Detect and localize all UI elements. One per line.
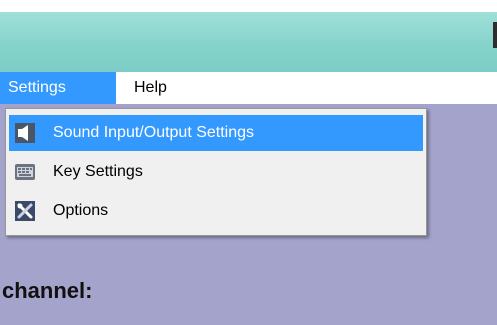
menu-item-label: Options	[53, 202, 109, 219]
keyboard-icon	[15, 162, 35, 182]
menu-bar: Settings Help	[0, 72, 497, 105]
tools-icon	[15, 201, 35, 221]
menu-item-label: Sound Input/Output Settings	[53, 124, 255, 141]
window-titlebar	[0, 0, 497, 72]
speaker-icon	[15, 123, 35, 143]
channel-label: channel:	[2, 278, 93, 303]
settings-dropdown-menu: Sound Input/Output Settings Key Settings	[5, 108, 427, 236]
titlebar-glass	[0, 12, 497, 72]
menu-item-sound-io-settings[interactable]: Sound Input/Output Settings	[9, 115, 423, 151]
window-control-edge[interactable]	[493, 22, 497, 48]
menu-help[interactable]: Help	[126, 72, 196, 104]
menu-item-key-settings[interactable]: Key Settings	[9, 154, 423, 190]
menu-settings[interactable]: Settings	[0, 72, 116, 104]
menu-item-options[interactable]: Options	[9, 193, 423, 229]
menu-item-label: Key Settings	[53, 163, 143, 180]
